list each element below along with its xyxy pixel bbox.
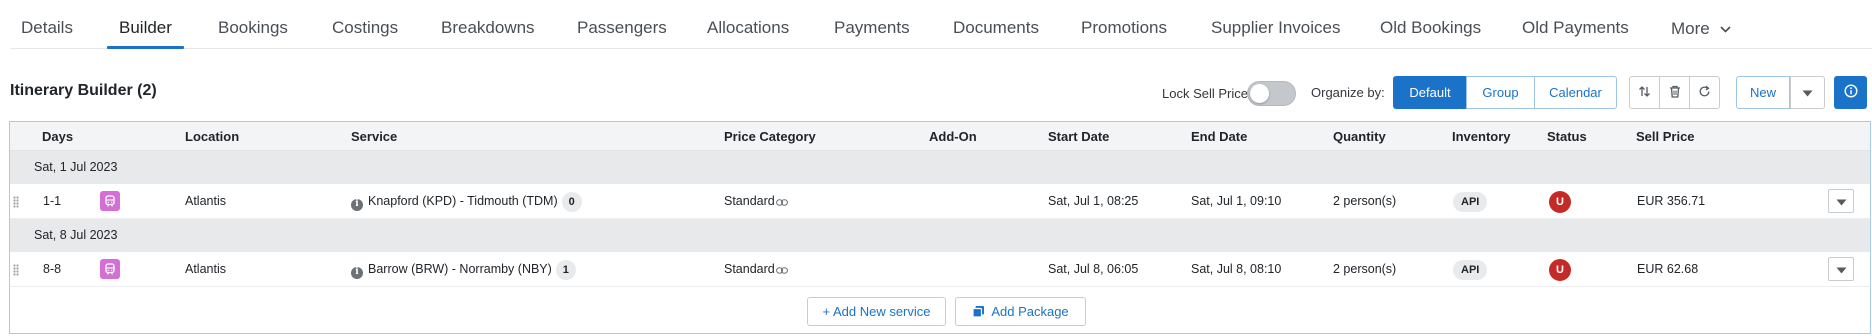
toggle-knob [1250, 84, 1269, 103]
itinerary-table: Days Location Service Price Category Add… [9, 121, 1871, 334]
row-quantity: 2 person(s) [1333, 194, 1397, 208]
row-sell-price: EUR 356.71 [1637, 194, 1706, 208]
tab-more[interactable]: More [1671, 0, 1732, 49]
organize-group-button[interactable]: Group [1466, 76, 1535, 109]
caret-down-icon [1836, 194, 1847, 209]
tab-passengers[interactable]: Passengers [577, 0, 667, 49]
row-end-date: Sat, Jul 1, 09:10 [1191, 194, 1282, 208]
train-icon [100, 259, 120, 279]
row-location: Atlantis [185, 194, 226, 208]
tab-more-label: More [1671, 19, 1710, 38]
sort-button[interactable] [1629, 76, 1660, 109]
sort-icon [1638, 85, 1651, 101]
tab-bar: Details Builder Bookings Costings Breakd… [10, 0, 1872, 49]
inventory-badge: API [1453, 260, 1488, 280]
caret-down-icon [1836, 262, 1847, 277]
column-sell-price[interactable]: Sell Price [1636, 122, 1695, 151]
table-row[interactable]: 8-8 Atlantis i Barrow (BRW) - Norramby (N… [10, 252, 1870, 287]
status-badge: U [1549, 259, 1571, 281]
column-end-date[interactable]: End Date [1191, 122, 1247, 151]
service-count-badge: 0 [561, 192, 582, 212]
tab-breakdowns[interactable]: Breakdowns [441, 0, 535, 49]
column-service[interactable]: Service [351, 122, 397, 151]
drag-handle-icon[interactable] [13, 264, 19, 276]
info-icon[interactable]: i [351, 198, 363, 211]
price-category-text: Standard [724, 262, 775, 276]
row-days: 1-1 [43, 194, 62, 208]
delete-button[interactable] [1659, 76, 1690, 109]
info-icon [1843, 84, 1858, 101]
tab-old-payments[interactable]: Old Payments [1522, 0, 1629, 49]
group-date: Sat, 8 Jul 2023 [34, 228, 118, 242]
table-header: Days Location Service Price Category Add… [10, 122, 1870, 151]
column-add-on[interactable]: Add-On [929, 122, 977, 151]
organize-default-button[interactable]: Default [1393, 76, 1467, 109]
organize-calendar-button[interactable]: Calendar [1534, 76, 1617, 109]
column-start-date[interactable]: Start Date [1048, 122, 1109, 151]
row-service[interactable]: i Barrow (BRW) - Norramby (NBY) 1 [351, 252, 576, 287]
column-days[interactable]: Days [42, 122, 73, 151]
add-new-service-button[interactable]: + Add New service [807, 297, 946, 326]
caret-down-icon [1802, 85, 1813, 100]
price-category-text: Standard [724, 194, 775, 208]
row-start-date: Sat, Jul 8, 06:05 [1048, 262, 1139, 276]
service-count-badge: 1 [555, 260, 576, 280]
date-group-header: Sat, 1 Jul 2023 [10, 151, 1870, 184]
new-button[interactable]: New [1736, 76, 1790, 109]
status-badge: U [1549, 191, 1571, 213]
tab-bookings[interactable]: Bookings [218, 0, 288, 49]
package-icon [972, 300, 985, 327]
row-service[interactable]: i Knapford (KPD) - Tidmouth (TDM) 0 [351, 184, 582, 219]
row-actions-button[interactable] [1828, 257, 1854, 281]
add-package-button[interactable]: Add Package [955, 297, 1086, 326]
page-title: Itinerary Builder (2) [10, 82, 157, 99]
link-icon [775, 185, 788, 220]
tab-allocations[interactable]: Allocations [707, 0, 789, 49]
lock-sell-price-label: Lock Sell Price [1162, 86, 1248, 101]
tab-supplier-invoices[interactable]: Supplier Invoices [1211, 0, 1340, 49]
row-actions-button[interactable] [1828, 189, 1854, 213]
link-icon [775, 253, 788, 288]
column-quantity[interactable]: Quantity [1333, 122, 1386, 151]
row-price-category: Standard [724, 252, 788, 288]
refresh-icon [1698, 85, 1711, 101]
date-group-header: Sat, 8 Jul 2023 [10, 219, 1870, 252]
tab-costings[interactable]: Costings [332, 0, 398, 49]
lock-sell-price-toggle[interactable] [1247, 81, 1296, 106]
group-date: Sat, 1 Jul 2023 [34, 160, 118, 174]
tab-payments[interactable]: Payments [834, 0, 910, 49]
info-button[interactable] [1834, 76, 1867, 109]
tab-promotions[interactable]: Promotions [1081, 0, 1167, 49]
info-icon[interactable]: i [351, 266, 363, 279]
train-icon [100, 191, 120, 211]
row-start-date: Sat, Jul 1, 08:25 [1048, 194, 1139, 208]
row-location: Atlantis [185, 262, 226, 276]
tab-builder[interactable]: Builder [107, 0, 184, 49]
column-inventory[interactable]: Inventory [1452, 122, 1511, 151]
table-row[interactable]: 1-1 Atlantis i Knapford (KPD) - Tidmouth … [10, 184, 1870, 219]
service-name: Barrow (BRW) - Norramby (NBY) [368, 262, 552, 276]
add-package-label: Add Package [991, 304, 1069, 319]
tab-old-bookings[interactable]: Old Bookings [1380, 0, 1481, 49]
organize-by-label: Organize by: [1311, 85, 1385, 100]
refresh-button[interactable] [1689, 76, 1720, 109]
tab-details[interactable]: Details [21, 0, 73, 49]
service-name: Knapford (KPD) - Tidmouth (TDM) [368, 194, 558, 208]
column-location[interactable]: Location [185, 122, 239, 151]
column-status[interactable]: Status [1547, 122, 1587, 151]
inventory-badge: API [1453, 192, 1488, 212]
row-sell-price: EUR 62.68 [1637, 262, 1699, 276]
chevron-down-icon [1720, 0, 1732, 56]
new-dropdown-button[interactable] [1790, 76, 1825, 109]
column-price-category[interactable]: Price Category [724, 122, 816, 151]
row-quantity: 2 person(s) [1333, 262, 1397, 276]
row-days: 8-8 [43, 262, 62, 276]
trash-icon [1669, 85, 1681, 101]
tab-documents[interactable]: Documents [953, 0, 1039, 49]
row-end-date: Sat, Jul 8, 08:10 [1191, 262, 1282, 276]
row-price-category: Standard [724, 184, 788, 220]
drag-handle-icon[interactable] [13, 196, 19, 208]
